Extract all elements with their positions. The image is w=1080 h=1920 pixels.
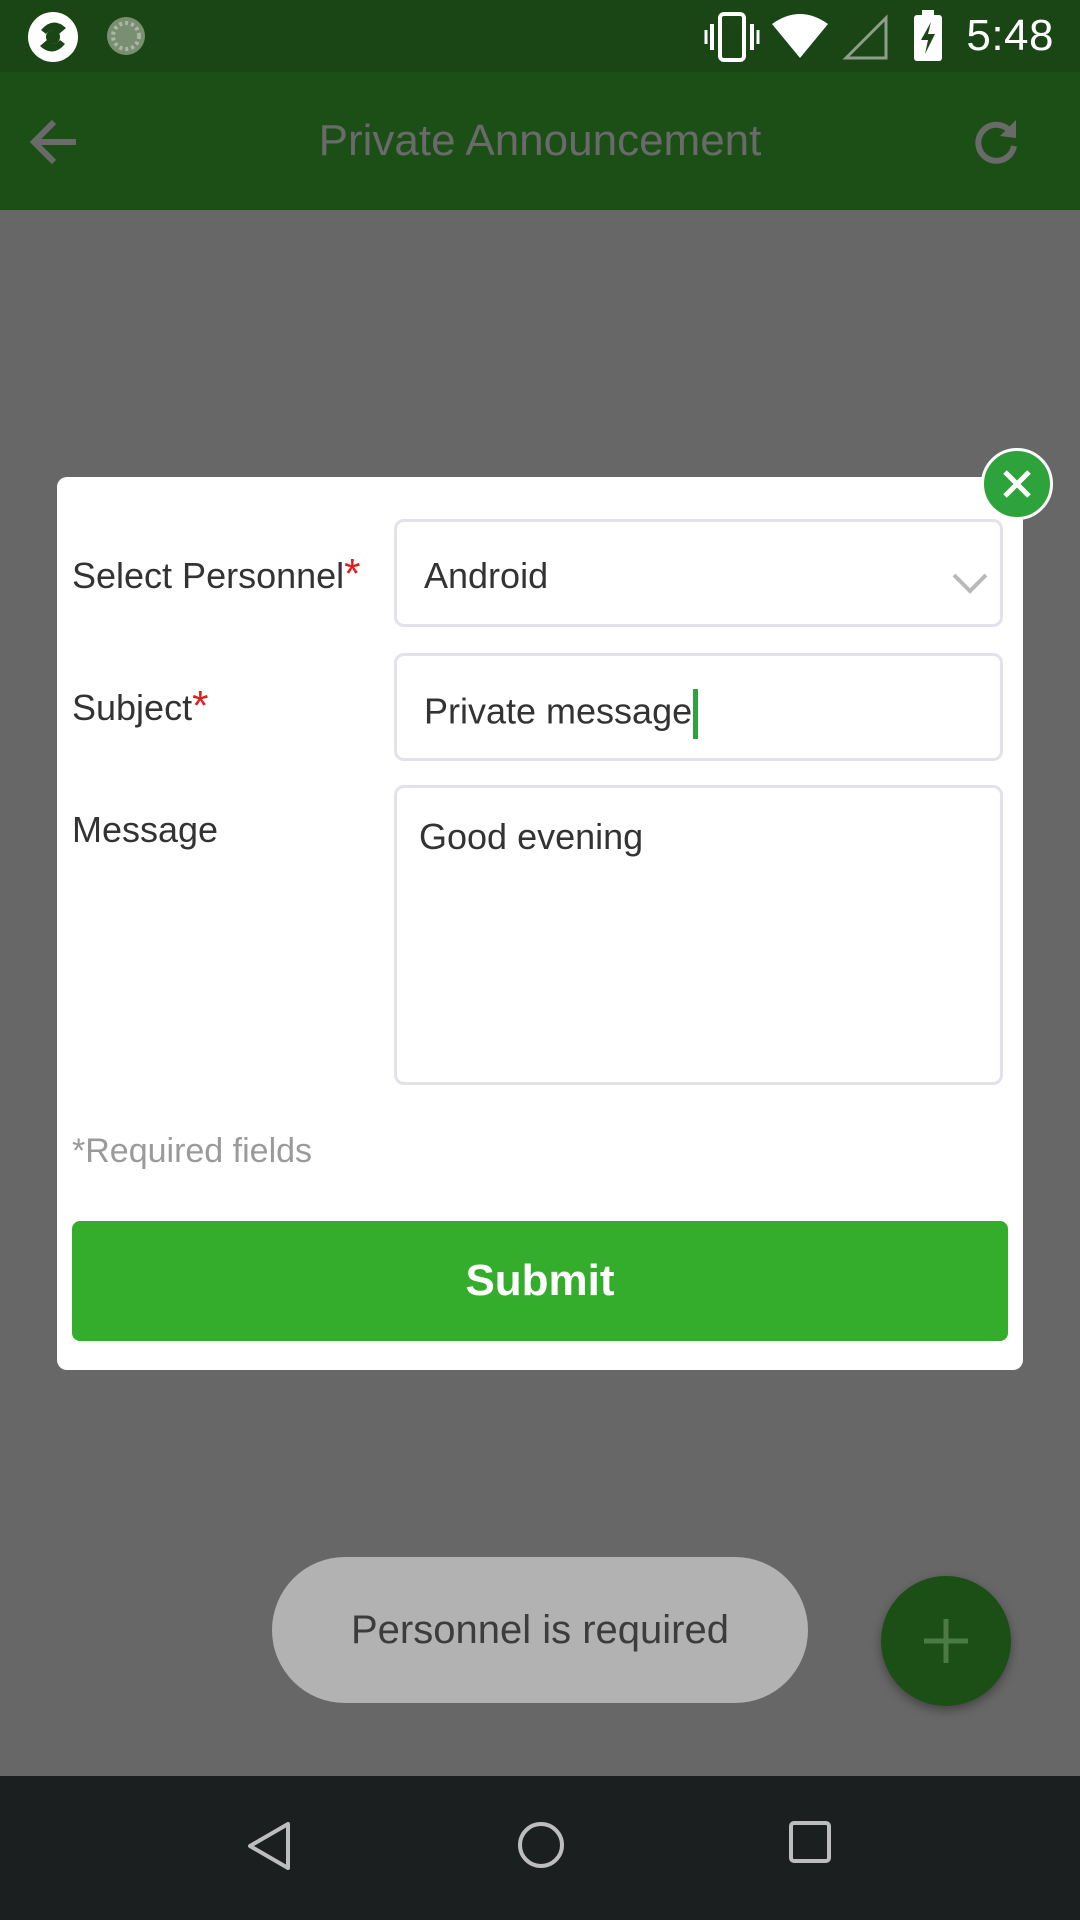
message-textarea-value: Good evening <box>419 816 644 857</box>
close-dialog-button[interactable] <box>981 448 1053 520</box>
subject-input-value: Private message <box>424 689 699 739</box>
nav-back-icon[interactable] <box>246 1820 292 1872</box>
required-fields-note: *Required fields <box>72 1132 313 1170</box>
vibrate-icon <box>704 12 760 62</box>
status-time: 5:48 <box>966 11 1054 60</box>
toast-message: Personnel is required <box>272 1557 808 1703</box>
status-bar: 5:48 <box>0 0 1080 72</box>
message-label: Message <box>72 809 219 850</box>
nav-recents-icon[interactable] <box>788 1820 832 1864</box>
personnel-label-row: Select Personnel* <box>72 553 361 597</box>
signal-icon <box>842 14 888 60</box>
back-arrow-icon[interactable] <box>28 116 80 168</box>
close-icon <box>999 466 1035 502</box>
app-bar: Private Announcement <box>0 72 1080 210</box>
text-cursor <box>693 689 699 739</box>
subject-label-row: Subject* <box>72 685 208 729</box>
required-star: * <box>344 550 361 597</box>
chevron-down-icon <box>952 562 988 594</box>
page-title: Private Announcement <box>318 116 762 165</box>
system-nav-bar <box>0 1776 1080 1920</box>
app-logo-icon <box>26 10 80 64</box>
message-textarea[interactable]: Good evening <box>394 785 1003 1085</box>
nav-home-icon[interactable] <box>516 1820 566 1870</box>
wifi-icon <box>772 14 828 58</box>
required-star: * <box>192 682 209 729</box>
subject-text: Private message <box>424 690 693 732</box>
personnel-select-value: Android <box>424 555 549 596</box>
add-fab-button[interactable] <box>881 1576 1011 1706</box>
plus-icon <box>922 1617 970 1665</box>
announcement-dialog: Select Personnel* Android Subject* Priva… <box>57 477 1023 1370</box>
subject-input[interactable]: Private message <box>394 653 1003 761</box>
subject-label: Subject <box>72 687 193 728</box>
submit-button[interactable]: Submit <box>72 1221 1008 1341</box>
personnel-select[interactable]: Android <box>394 519 1003 627</box>
personnel-label: Select Personnel <box>72 555 345 596</box>
refresh-icon[interactable] <box>970 116 1022 168</box>
battery-charging-icon <box>912 10 944 62</box>
sync-icon <box>104 14 148 58</box>
